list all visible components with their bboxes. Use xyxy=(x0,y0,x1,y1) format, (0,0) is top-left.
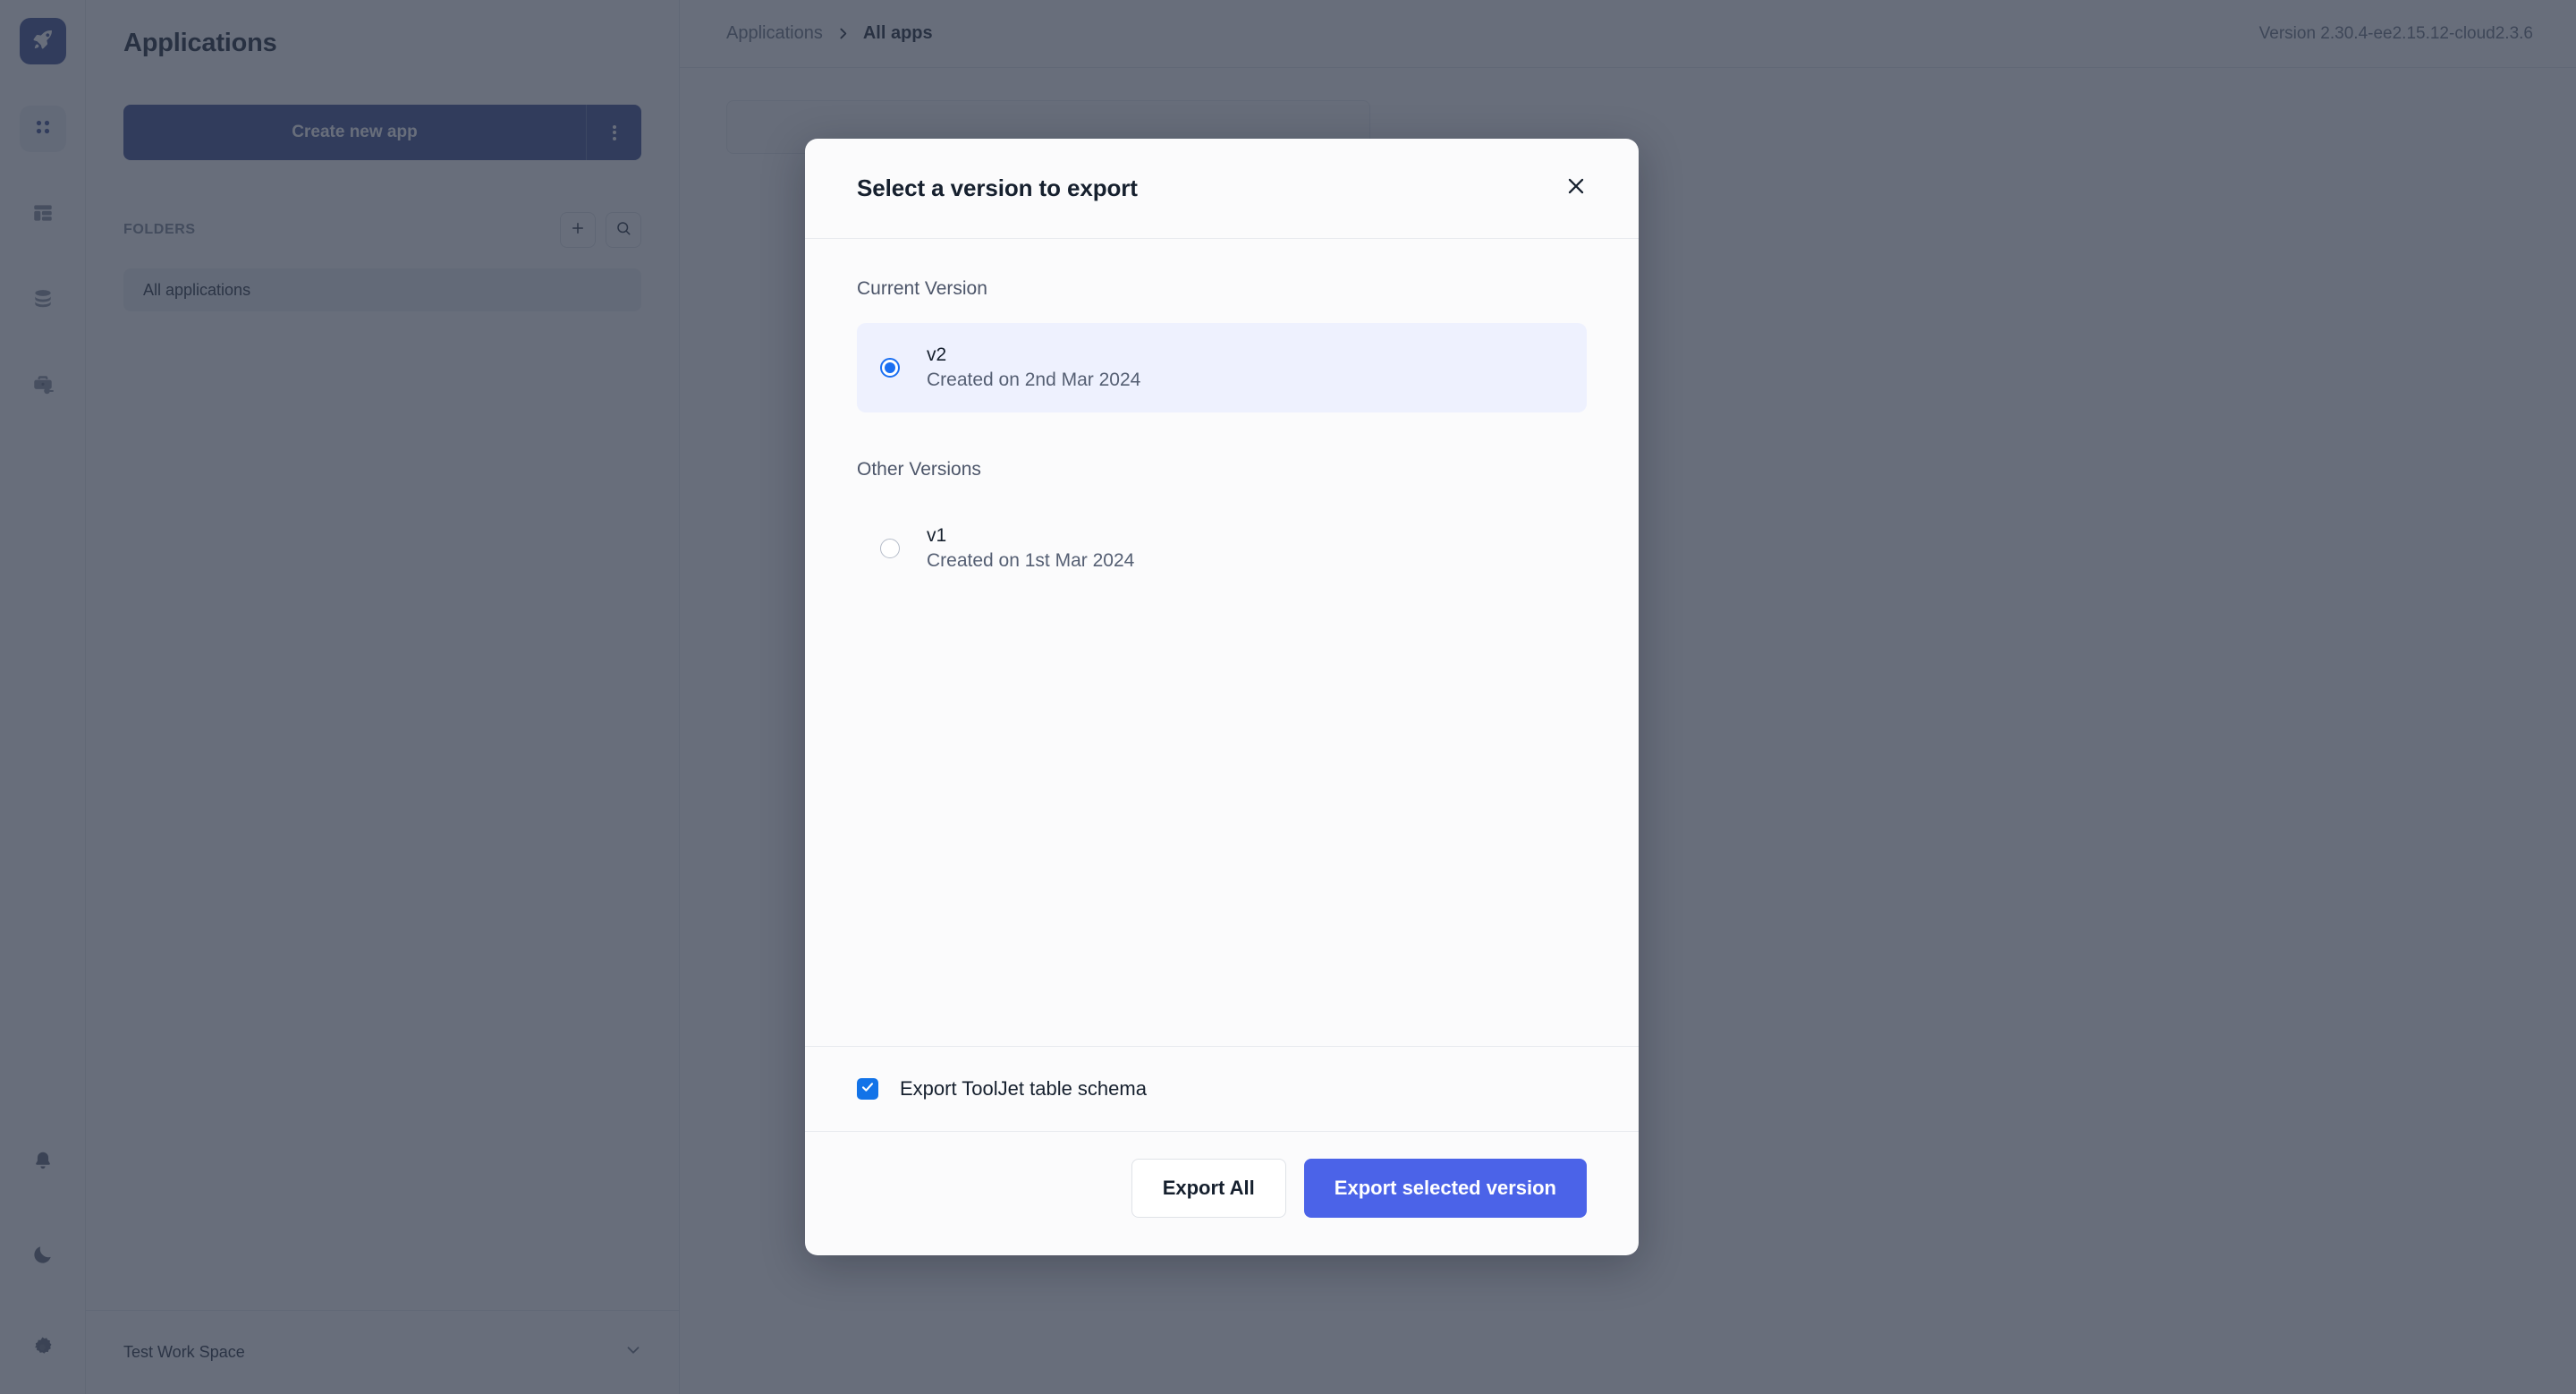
other-versions-section-label: Other Versions xyxy=(857,459,981,480)
modal-footer: Export All Export selected version xyxy=(805,1131,1639,1255)
version-created-date: Created on 1st Mar 2024 xyxy=(927,550,1135,572)
modal-header: Select a version to export xyxy=(805,139,1639,239)
version-name: v2 xyxy=(927,344,947,365)
export-schema-checkbox[interactable] xyxy=(857,1078,878,1100)
version-created-date: Created on 2nd Mar 2024 xyxy=(927,370,1141,391)
radio-button-v2[interactable] xyxy=(880,358,900,378)
export-selected-version-button[interactable]: Export selected version xyxy=(1303,1159,1587,1218)
modal-overlay[interactable]: Select a version to export Current Versi… xyxy=(0,0,2576,1394)
version-option-other[interactable]: v1 Created on 1st Mar 2024 xyxy=(857,504,1587,593)
version-option-current[interactable]: v2 Created on 2nd Mar 2024 xyxy=(857,323,1587,413)
version-details: v1 Created on 1st Mar 2024 xyxy=(927,523,1134,574)
radio-button-v1[interactable] xyxy=(880,539,900,559)
current-version-section-label: Current Version xyxy=(857,278,987,299)
modal-body: Current Version v2 Created on 2nd Mar 20… xyxy=(805,239,1639,1046)
export-all-button[interactable]: Export All xyxy=(1131,1159,1286,1218)
check-icon xyxy=(860,1080,875,1099)
schema-option-row: Export ToolJet table schema xyxy=(805,1046,1639,1131)
version-name: v1 xyxy=(927,525,947,547)
version-details: v2 Created on 2nd Mar 2024 xyxy=(927,343,1140,393)
export-schema-label[interactable]: Export ToolJet table schema xyxy=(900,1077,1147,1101)
modal-title: Select a version to export xyxy=(857,174,1138,201)
export-version-modal: Select a version to export Current Versi… xyxy=(805,139,1639,1255)
close-button[interactable] xyxy=(1556,169,1596,208)
close-icon xyxy=(1564,174,1588,202)
